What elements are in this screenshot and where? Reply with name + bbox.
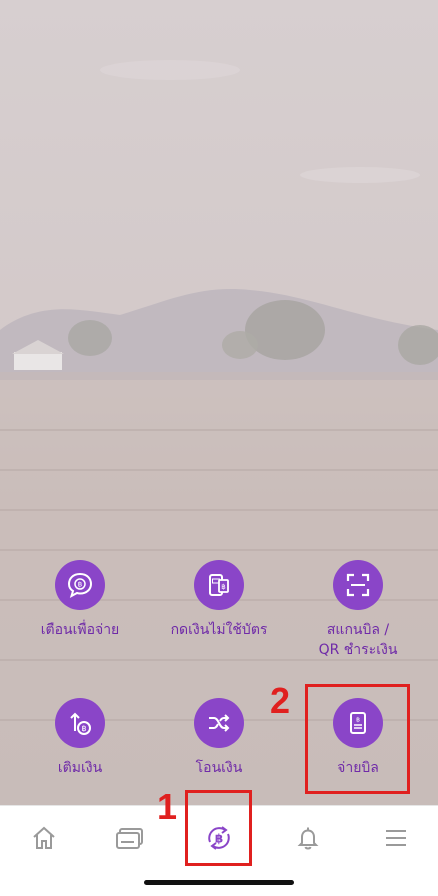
tab-menu[interactable] — [376, 818, 416, 858]
cardless-withdraw-button[interactable]: ฿ กดเงินไม่ใช้บัตร — [149, 560, 289, 640]
tab-notifications[interactable] — [288, 818, 328, 858]
transfer-button[interactable]: โอนเงิน — [149, 698, 289, 778]
home-indicator — [144, 880, 294, 885]
home-icon — [33, 826, 55, 849]
scan-frame-icon — [333, 560, 383, 610]
top-up-label: เติมเงิน — [57, 760, 103, 776]
menu-icon — [386, 830, 406, 846]
top-up-baht-icon: ฿ — [55, 698, 105, 748]
top-up-button[interactable]: ฿ เติมเงิน — [10, 698, 150, 778]
tab-cards[interactable] — [110, 818, 150, 858]
annotation-number-1: 1 — [157, 786, 178, 827]
annotation-box-transactions-tab — [185, 790, 252, 866]
scan-bill-button[interactable]: สแกนบิล / QR ชำระเงิน — [288, 560, 428, 660]
tab-home[interactable] — [24, 818, 64, 858]
scan-bill-label: สแกนบิล / QR ชำระเงิน — [318, 622, 398, 658]
transfer-label: โอนเงิน — [195, 760, 243, 776]
annotation-box-pay-bill — [305, 684, 410, 794]
remind-pay-label: เตือนเพื่อจ่าย — [40, 622, 120, 638]
shuffle-icon — [194, 698, 244, 748]
remind-pay-button[interactable]: ฿ เตือนเพื่อจ่าย — [10, 560, 150, 640]
svg-text:฿: ฿ — [78, 581, 82, 589]
card-icon — [116, 828, 143, 849]
atm-phone-icon: ฿ — [194, 560, 244, 610]
svg-text:฿: ฿ — [81, 724, 86, 733]
bell-icon — [297, 827, 319, 850]
svg-text:฿: ฿ — [221, 583, 225, 591]
annotation-number-2: 2 — [270, 680, 291, 721]
chat-baht-icon: ฿ — [55, 560, 105, 610]
cardless-withdraw-label: กดเงินไม่ใช้บัตร — [170, 622, 268, 638]
app-screen: ฿ เตือนเพื่อจ่าย ฿ กดเงินไม่ใช้บัตร สแกน… — [0, 0, 438, 896]
